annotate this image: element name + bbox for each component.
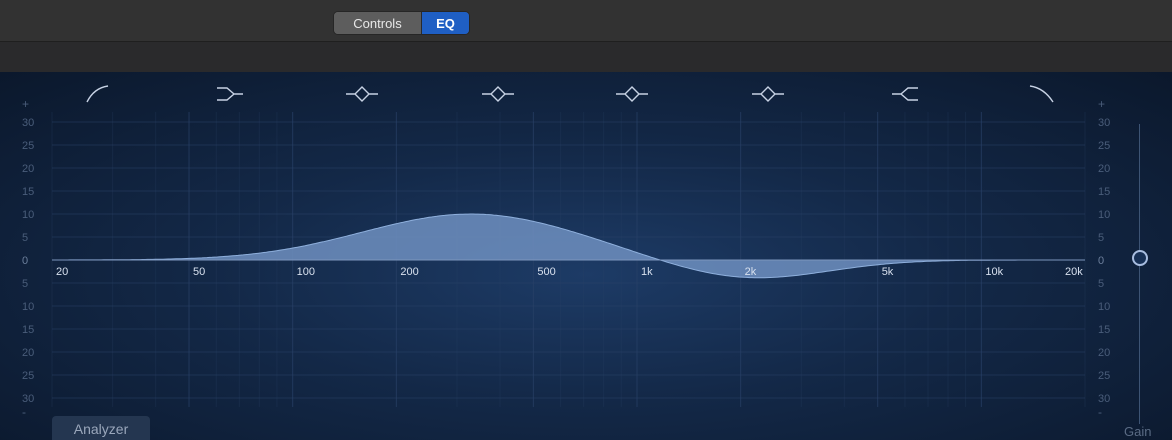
high-shelf-icon[interactable]	[892, 87, 918, 101]
db-label: 30	[1098, 393, 1110, 405]
db-label: 30	[22, 117, 34, 129]
db-label: 5	[1098, 232, 1104, 244]
db-label: 10	[1098, 209, 1110, 221]
db-label: 15	[22, 324, 34, 336]
db-label: 25	[22, 140, 34, 152]
db-label: 30	[22, 393, 34, 405]
freq-label: 20k	[1065, 266, 1083, 278]
db-label-zero: 0	[1098, 255, 1104, 267]
freq-label: 200	[400, 266, 418, 278]
db-plus-symbol: +	[22, 97, 29, 111]
db-plus-symbol: +	[1098, 97, 1105, 111]
view-mode-segmented-control: Controls EQ	[333, 11, 470, 35]
db-label: 5	[1098, 278, 1104, 290]
db-label: 10	[22, 301, 34, 313]
db-label: 20	[22, 163, 34, 175]
freq-label: 20	[56, 266, 68, 278]
db-label: 15	[22, 186, 34, 198]
db-label: 25	[1098, 140, 1110, 152]
db-label: 5	[22, 232, 28, 244]
db-label: 20	[1098, 163, 1110, 175]
db-label-zero: 0	[22, 255, 28, 267]
band-icons[interactable]	[86, 85, 1054, 103]
toolbar-strip	[0, 42, 1172, 73]
parametric-icon[interactable]	[482, 86, 514, 102]
db-minus-symbol: -	[1098, 405, 1102, 419]
db-label: 5	[22, 278, 28, 290]
freq-label: 5k	[882, 266, 894, 278]
header-bar: Controls EQ	[0, 0, 1172, 42]
freq-label: 50	[193, 266, 205, 278]
gain-slider-track[interactable]	[1139, 124, 1140, 424]
analyzer-button[interactable]: Analyzer	[52, 416, 150, 440]
db-label: 30	[1098, 117, 1110, 129]
db-minus-symbol: -	[22, 405, 26, 419]
tab-eq[interactable]: EQ	[422, 12, 469, 34]
db-label: 10	[22, 209, 34, 221]
freq-label: 10k	[985, 266, 1003, 278]
low-shelf-icon[interactable]	[217, 87, 243, 101]
freq-label: 2k	[745, 266, 757, 278]
eq-curve[interactable]	[52, 213, 1085, 279]
db-scale-right: +30252015105051015202530-	[1098, 97, 1110, 419]
gain-slider-knob[interactable]	[1132, 250, 1148, 266]
freq-label: 500	[537, 266, 555, 278]
db-label: 20	[1098, 347, 1110, 359]
parametric-icon[interactable]	[752, 86, 784, 102]
db-label: 25	[1098, 370, 1110, 382]
freq-label: 100	[297, 266, 315, 278]
db-label: 10	[1098, 301, 1110, 313]
db-label: 15	[1098, 186, 1110, 198]
eq-graph: +30252015105051015202530- +3025201510505…	[22, 85, 1110, 419]
tab-controls[interactable]: Controls	[334, 12, 422, 34]
low-cut-icon[interactable]	[86, 85, 109, 103]
parametric-icon[interactable]	[616, 86, 648, 102]
freq-label: 1k	[641, 266, 653, 278]
parametric-icon[interactable]	[346, 86, 378, 102]
gain-label: Gain	[1124, 424, 1152, 439]
frequency-labels: 20 50 100 200 500 1k 2k 5k 10k 20k	[56, 266, 1083, 278]
high-cut-icon[interactable]	[1029, 85, 1054, 103]
db-label: 15	[1098, 324, 1110, 336]
db-label: 25	[22, 370, 34, 382]
db-scale-left: +30252015105051015202530-	[22, 97, 34, 419]
eq-display[interactable]: +30 25 20 15 10 5 0 5 10 15 20 25 30- +30 25 20 15 10 5 0 5…	[0, 72, 1172, 440]
db-label: 20	[22, 347, 34, 359]
